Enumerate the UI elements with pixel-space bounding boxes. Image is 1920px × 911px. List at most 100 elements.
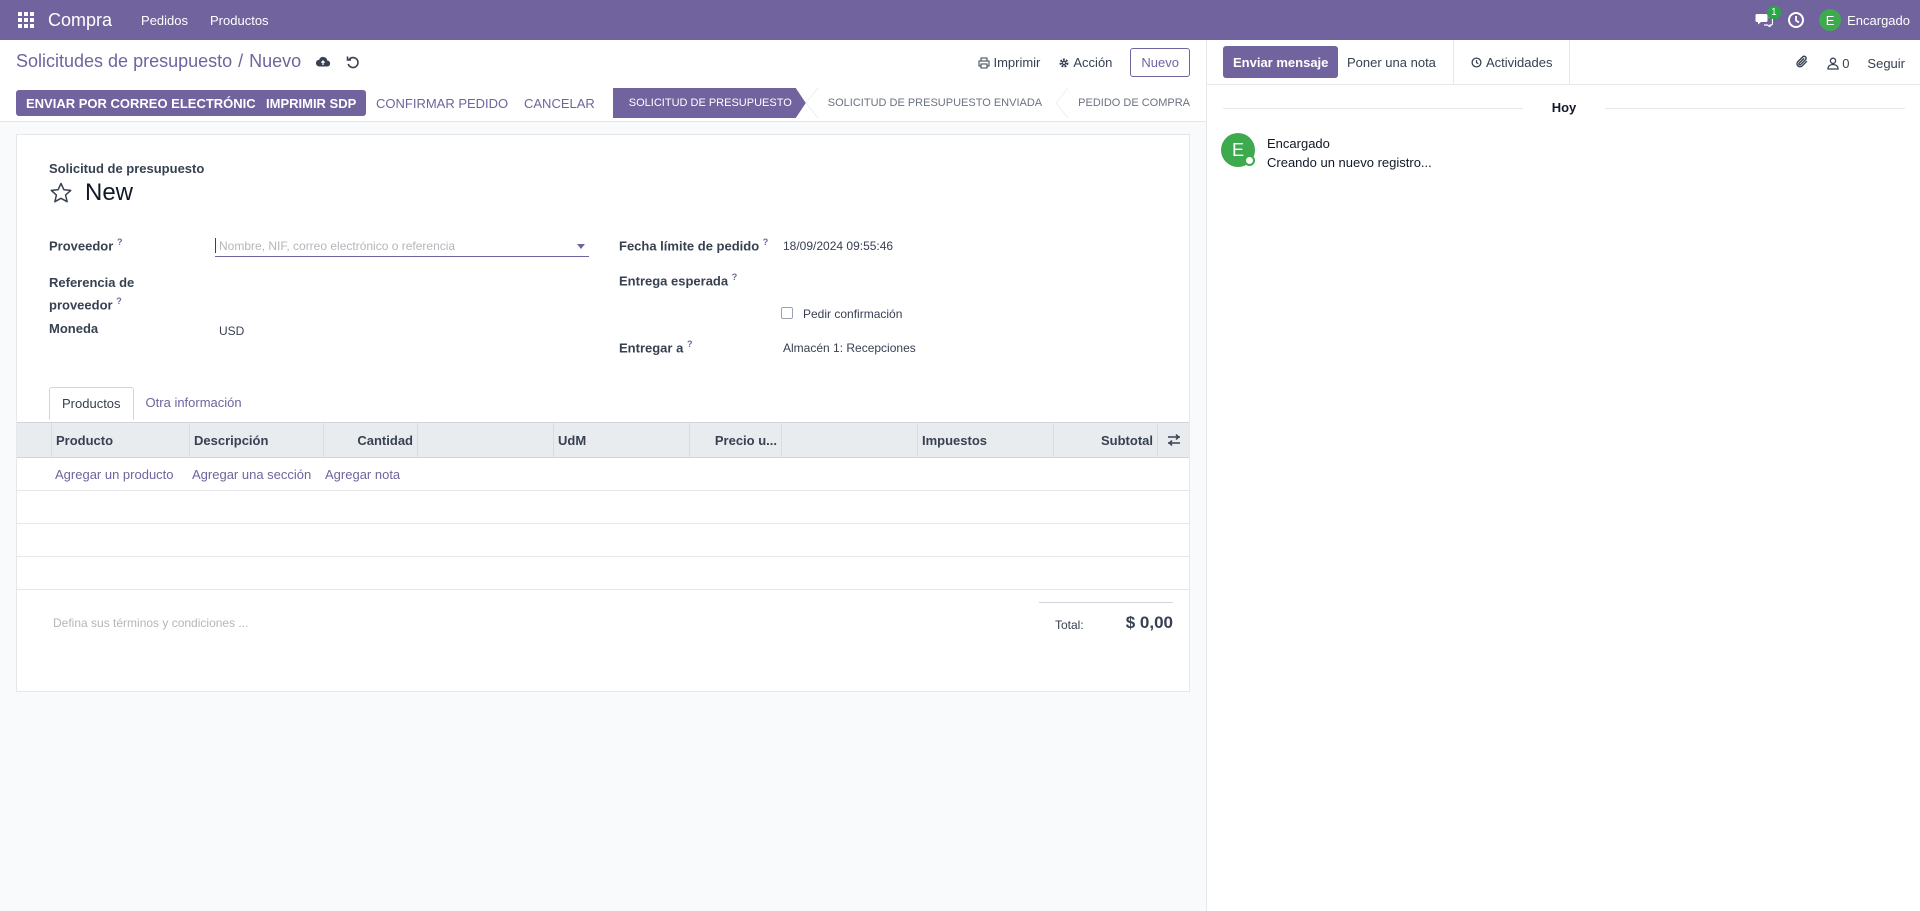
deliver-to-field[interactable]: Almacén 1: Recepciones <box>783 341 916 355</box>
chatter-divider <box>1453 40 1454 84</box>
cancel-button[interactable]: CANCELAR <box>524 90 595 116</box>
vendor-ref-label-line2: proveedor <box>49 297 113 313</box>
gear-icon <box>1059 58 1069 67</box>
ask-confirmation-checkbox[interactable] <box>781 307 793 319</box>
currency-label: Moneda <box>49 321 99 336</box>
tab-products[interactable]: Productos <box>49 387 134 420</box>
vendor-label: Proveedor ? <box>49 237 122 253</box>
breadcrumb-separator: / <box>238 51 244 71</box>
presence-status-icon <box>1244 155 1255 166</box>
messaging-badge: 1 <box>1767 6 1781 19</box>
user-menu[interactable]: Encargado <box>1847 13 1910 28</box>
vendor-help-icon[interactable]: ? <box>117 237 123 247</box>
expected-arrival-label: Entrega esperada ? <box>619 272 737 288</box>
add-section-link[interactable]: Agregar una sección <box>192 467 311 482</box>
add-line-row: Agregar un producto Agregar una sección … <box>17 458 1189 491</box>
date-separator: Hoy <box>1207 100 1920 115</box>
notebook-tabs: Productos Otra información <box>49 387 254 420</box>
form-sheet: Solicitud de presupuesto New Proveedor ?… <box>16 134 1190 692</box>
add-product-link[interactable]: Agregar un producto <box>55 467 174 482</box>
form-statusbar: ENVIAR POR CORREO ELECTRÓNICO IMPRIMIR S… <box>0 84 1206 122</box>
new-button[interactable]: Nuevo <box>1130 48 1190 77</box>
log-note-button[interactable]: Poner una nota <box>1337 46 1446 78</box>
stage-rfq[interactable]: SOLICITUD DE PRESUPUESTO <box>613 88 806 118</box>
col-quantity[interactable]: Cantidad <box>323 423 417 457</box>
col-product[interactable]: Producto <box>51 423 189 457</box>
user-avatar[interactable]: E <box>1819 9 1842 31</box>
message-body: Creando un nuevo registro... <box>1267 155 1432 170</box>
send-message-button[interactable]: Enviar mensaje <box>1223 46 1339 78</box>
save-cloud-icon[interactable] <box>315 54 331 70</box>
attachment-icon[interactable] <box>1795 54 1809 73</box>
deadline-field[interactable]: 18/09/2024 09:55:46 <box>783 239 893 253</box>
send-email-button[interactable]: ENVIAR POR CORREO ELECTRÓNICO <box>16 90 276 116</box>
activities-label: Actividades <box>1486 54 1553 70</box>
title-row: New <box>49 179 133 207</box>
col-taxes[interactable]: Impuestos <box>917 423 1053 457</box>
vendor-dropdown-icon[interactable] <box>577 244 585 249</box>
nav-productos[interactable]: Productos <box>210 13 269 28</box>
vendor-ref-help-icon[interactable]: ? <box>116 296 122 306</box>
top-navbar: Compra Pedidos Productos 1 E Encargado <box>0 0 1920 40</box>
follow-button[interactable]: Seguir <box>1867 56 1905 71</box>
add-note-link[interactable]: Agregar nota <box>325 467 400 482</box>
date-separator-label: Hoy <box>1541 100 1587 115</box>
terms-conditions-input[interactable]: Defina sus términos y condiciones ... <box>53 616 248 630</box>
breadcrumb-parent[interactable]: Solicitudes de presupuesto <box>16 51 232 72</box>
col-spacer-2 <box>781 423 917 457</box>
chatter-actions: 0 Seguir <box>1795 54 1905 73</box>
action-menu[interactable]: Acción <box>1058 55 1112 70</box>
col-unit-price[interactable]: Precio u... <box>689 423 781 457</box>
vendor-label-text: Proveedor <box>49 238 114 254</box>
stage-rfq-sent[interactable]: SOLICITUD DE PRESUPUESTO ENVIADA <box>805 88 1056 118</box>
ask-confirmation-label[interactable]: Pedir confirmación <box>803 307 902 321</box>
message-author[interactable]: Encargado <box>1267 136 1330 151</box>
activity-clock-icon[interactable] <box>1787 11 1805 29</box>
doc-type-label: Solicitud de presupuesto <box>49 161 205 176</box>
print-menu[interactable]: Imprimir <box>978 55 1040 70</box>
action-label: Acción <box>1073 55 1113 70</box>
deliver-to-help-icon[interactable]: ? <box>687 339 693 349</box>
col-subtotal[interactable]: Subtotal <box>1053 423 1157 457</box>
print-rfq-button[interactable]: IMPRIMIR SDP <box>256 90 367 116</box>
total-label: Total: <box>1055 618 1084 632</box>
apps-menu-icon[interactable] <box>16 10 36 30</box>
vendor-input[interactable]: Nombre, NIF, correo electrónico o refere… <box>215 235 589 257</box>
user-icon <box>1827 57 1839 70</box>
col-spacer-1 <box>417 423 553 457</box>
expected-help-icon[interactable]: ? <box>732 272 738 282</box>
col-description[interactable]: Descripción <box>189 423 323 457</box>
stage-purchase-order[interactable]: PEDIDO DE COMPRA <box>1056 88 1190 118</box>
activities-button[interactable]: Actividades <box>1461 46 1562 78</box>
table-row <box>17 524 1189 557</box>
table-row <box>17 557 1189 590</box>
nav-pedidos[interactable]: Pedidos <box>141 13 188 28</box>
currency-field[interactable]: USD <box>219 324 244 338</box>
app-brand[interactable]: Compra <box>48 10 112 31</box>
messaging-icon[interactable]: 1 <box>1755 6 1781 29</box>
tab-other-info[interactable]: Otra información <box>134 387 254 420</box>
deliver-to-label: Entregar a ? <box>619 339 692 355</box>
control-panel: Solicitudes de presupuesto / Nuevo Impri… <box>0 40 1206 84</box>
total-value: $ 0,00 <box>1125 613 1173 632</box>
star-icon[interactable] <box>49 181 73 205</box>
expected-arrival-label-text: Entrega esperada <box>619 273 729 289</box>
vendor-ref-label: Referencia de proveedor ? <box>49 273 134 314</box>
vendor-ref-label-line1: Referencia de <box>49 275 135 290</box>
optional-columns-toggle[interactable] <box>1157 423 1189 457</box>
totals-summary: Total: $ 0,00 <box>1039 602 1173 642</box>
confirm-order-button[interactable]: CONFIRMAR PEDIDO <box>376 90 508 116</box>
deadline-help-icon[interactable]: ? <box>763 237 769 247</box>
print-label: Imprimir <box>993 55 1041 70</box>
clock-icon <box>1471 56 1482 68</box>
chatter-panel: Enviar mensaje Poner una nota Actividade… <box>1206 40 1920 911</box>
deadline-label: Fecha límite de pedido ? <box>619 237 768 253</box>
print-icon <box>978 57 990 68</box>
record-name[interactable]: New <box>85 179 133 207</box>
vendor-placeholder: Nombre, NIF, correo electrónico o refere… <box>219 239 456 253</box>
followers-count: 0 <box>1842 56 1850 71</box>
discard-undo-icon[interactable] <box>345 54 361 70</box>
col-uom[interactable]: UdM <box>553 423 689 457</box>
top-actions: Imprimir Acción Nuevo <box>978 48 1190 77</box>
followers-button[interactable]: 0 <box>1827 56 1849 71</box>
